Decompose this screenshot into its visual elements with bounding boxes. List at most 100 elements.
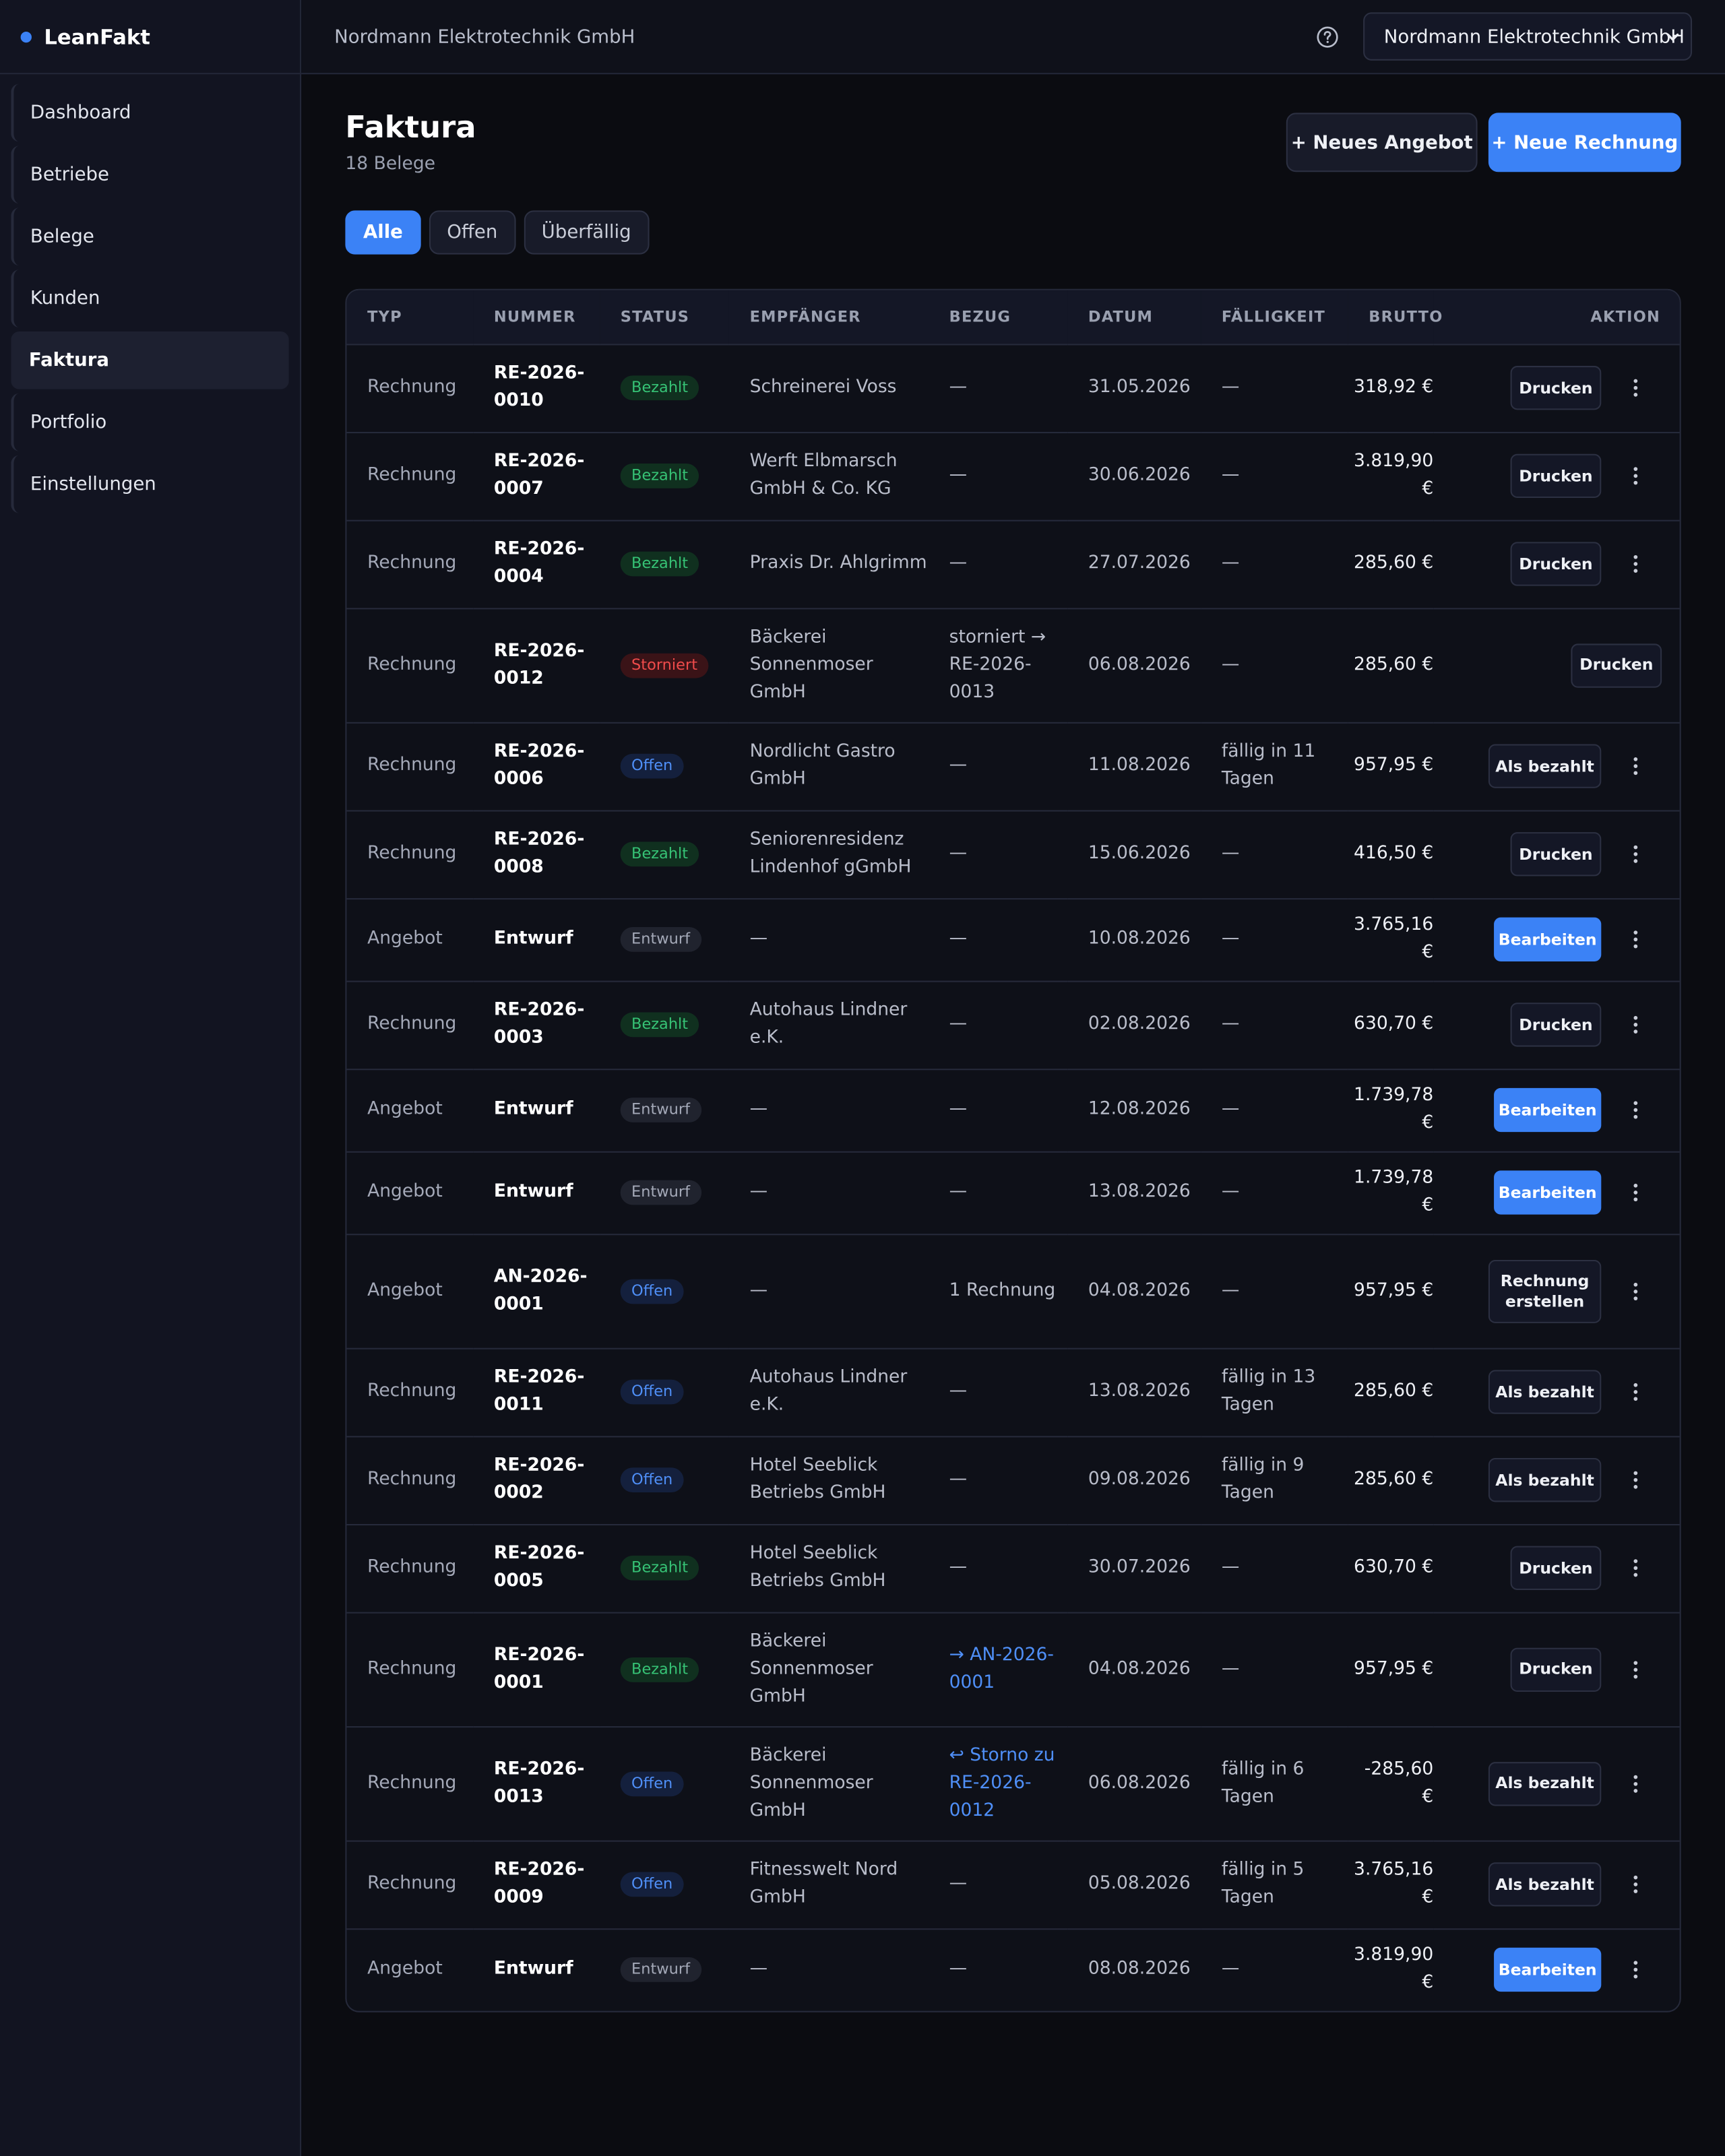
cell-nummer[interactable]: RE-2026-0004 [473, 519, 600, 609]
cell-nummer[interactable]: Entwurf [473, 1928, 600, 2010]
kebab-menu-icon[interactable] [1625, 843, 1647, 865]
table-row[interactable]: Angebot Entwurf Entwurf — — 08.08.2026 — 3.819,… [346, 1928, 1679, 2010]
row-action-button[interactable]: Bearbeiten [1494, 917, 1602, 962]
kebab-menu-icon[interactable] [1625, 1381, 1647, 1403]
cell-nummer[interactable]: Entwurf [473, 898, 600, 982]
row-action-button[interactable]: Drucken [1510, 832, 1602, 877]
row-action-button[interactable]: Rechnung erstellen [1488, 1259, 1602, 1323]
cell-bezug[interactable]: → AN-2026-0001 [929, 1612, 1068, 1727]
row-action-button[interactable]: Als bezahlt [1488, 1457, 1602, 1502]
row-action-button[interactable]: Als bezahlt [1488, 1862, 1602, 1907]
row-action-button[interactable]: Als bezahlt [1488, 1370, 1602, 1414]
cell-nummer[interactable]: RE-2026-0003 [473, 980, 600, 1070]
table-row[interactable]: Angebot AN-2026-0001 Offen —1 Rechnung 04.08… [346, 1234, 1680, 1349]
cell-nummer[interactable]: RE-2026-0010 [473, 344, 600, 433]
kebab-menu-icon[interactable] [1625, 465, 1647, 487]
cell-nummer[interactable]: Entwurf [473, 1151, 600, 1235]
kebab-menu-icon[interactable] [1625, 1874, 1647, 1896]
table-row[interactable]: Rechnung RE-2026-0004 Bezahlt Praxis Dr. Ah… [346, 519, 1680, 609]
header-typ[interactable]: TYP [346, 290, 474, 345]
header-brutto[interactable]: BRUTTO [1348, 290, 1442, 345]
cell-bezug: — [929, 519, 1068, 609]
row-action-button[interactable]: Drucken [1510, 366, 1602, 410]
table-row[interactable]: Angebot Entwurf Entwurf — —10.08.2026—3.765,… [346, 898, 1680, 982]
cell-bezug[interactable]: ↩ Storno zu RE-2026-0012 [929, 1726, 1068, 1841]
header-bezug[interactable]: BEZUG [929, 290, 1068, 345]
table-row[interactable]: Rechnung RE-2026-0005 Bezahlt Hotel Seeblic… [346, 1523, 1680, 1613]
header-empfaenger[interactable]: EMPFÄNGER [728, 290, 929, 345]
help-circle-icon[interactable] [1317, 26, 1339, 49]
row-action-button[interactable]: Bearbeiten [1494, 1948, 1602, 1992]
row-action-button[interactable]: Drucken [1510, 1003, 1602, 1047]
table-row[interactable]: Angebot Entwurf Entwurf — —13.08.2026—1.739,… [346, 1151, 1680, 1235]
sidebar-item-belege[interactable]: Belege [11, 208, 288, 266]
cell-nummer[interactable]: AN-2026-0001 [473, 1234, 600, 1349]
cell-nummer[interactable]: RE-2026-0012 [473, 608, 600, 723]
cell-nummer[interactable]: RE-2026-0006 [473, 722, 600, 811]
new-invoice-button[interactable]: + Neue Rechnung [1488, 113, 1681, 172]
cell-nummer[interactable]: RE-2026-0002 [473, 1436, 600, 1525]
row-action-button[interactable]: Drucken [1510, 542, 1602, 586]
cell-nummer[interactable]: RE-2026-0011 [473, 1348, 600, 1437]
sidebar-item-einstellungen[interactable]: Einstellungen [11, 455, 288, 513]
cell-empfaenger: Seniorenresidenz Lindenhof gGmbH [728, 810, 929, 899]
kebab-menu-icon[interactable] [1625, 1772, 1647, 1794]
row-action-button[interactable]: Bearbeiten [1494, 1087, 1602, 1133]
row-action-button[interactable]: Bearbeiten [1494, 1170, 1602, 1215]
sidebar-item-kunden[interactable]: Kunden [11, 270, 288, 327]
table-row[interactable]: Rechnung RE-2026-0013 Offen Bäckerei Sonnen… [346, 1726, 1680, 1841]
kebab-menu-icon[interactable] [1625, 1658, 1647, 1680]
cell-nummer[interactable]: RE-2026-0009 [473, 1840, 600, 1930]
kebab-menu-icon[interactable] [1625, 1099, 1647, 1121]
organization-select[interactable]: Nordmann Elektrotechnik GmbH [1363, 12, 1693, 61]
row-action-button[interactable]: Drucken [1510, 453, 1602, 499]
cell-nummer[interactable]: RE-2026-0001 [473, 1612, 600, 1727]
cell-nummer[interactable]: Entwurf [473, 1069, 600, 1152]
cell-nummer[interactable]: RE-2026-0008 [473, 810, 600, 899]
filter-offen[interactable]: Offen [429, 210, 515, 255]
kebab-menu-icon[interactable] [1625, 377, 1647, 399]
row-action-button[interactable]: Drucken [1510, 1647, 1602, 1692]
filter-ueberfaellig[interactable]: Überfällig [524, 210, 650, 255]
table-row[interactable]: Rechnung RE-2026-0006 Offen Nordlicht Gastr… [346, 722, 1680, 811]
row-action-button[interactable]: Drucken [1510, 1546, 1602, 1590]
sidebar-item-betriebe[interactable]: Betriebe [11, 146, 288, 204]
row-action-button[interactable]: Als bezahlt [1488, 744, 1602, 788]
table-row[interactable]: Rechnung RE-2026-0011 Offen Autohaus Lindne… [346, 1348, 1680, 1437]
sidebar-item-portfolio[interactable]: Portfolio [11, 393, 288, 451]
kebab-menu-icon[interactable] [1625, 553, 1647, 575]
kebab-menu-icon[interactable] [1625, 1959, 1647, 1981]
kebab-menu-icon[interactable] [1625, 1014, 1647, 1036]
brand[interactable]: LeanFakt [0, 0, 301, 75]
kebab-menu-icon[interactable] [1625, 1280, 1647, 1302]
cell-nummer[interactable]: RE-2026-0007 [473, 432, 600, 521]
new-offer-button[interactable]: + Neues Angebot [1286, 113, 1478, 172]
kebab-menu-icon[interactable] [1625, 755, 1647, 778]
row-action-button[interactable]: Als bezahlt [1488, 1761, 1602, 1806]
kebab-menu-icon[interactable] [1625, 1469, 1647, 1491]
kebab-menu-icon[interactable] [1625, 1182, 1647, 1204]
header-datum[interactable]: DATUM [1067, 290, 1201, 345]
table-row[interactable]: Rechnung RE-2026-0012 Storniert Bäckerei So… [346, 608, 1680, 723]
table-row[interactable]: Angebot Entwurf Entwurf — —12.08.2026—1.739,… [346, 1069, 1680, 1152]
header-nummer[interactable]: NUMMER [473, 290, 600, 345]
table-row[interactable]: Rechnung RE-2026-0008 Bezahlt Seniorenresid… [346, 810, 1680, 899]
table-header: TYP NUMMER STATUS EMPFÄNGER BEZUG DATUM … [346, 290, 1680, 345]
table-row[interactable]: Rechnung RE-2026-0009 Offen Fitnesswelt Nor… [346, 1840, 1680, 1930]
kebab-menu-icon[interactable] [1625, 928, 1647, 951]
row-action-button[interactable]: Drucken [1571, 643, 1662, 687]
sidebar-item-dashboard[interactable]: Dashboard [11, 84, 288, 142]
table-row[interactable]: Rechnung RE-2026-0001 Bezahlt Bäckerei Sonn… [346, 1612, 1680, 1727]
table-row[interactable]: Rechnung RE-2026-0010 Bezahlt Schreinerei V… [346, 344, 1680, 433]
table-row[interactable]: Rechnung RE-2026-0003 Bezahlt Autohaus Lind… [346, 980, 1680, 1070]
header-faelligkeit[interactable]: FÄLLIGKEIT [1201, 290, 1348, 345]
kebab-menu-icon[interactable] [1625, 1557, 1647, 1579]
table-row[interactable]: Rechnung RE-2026-0002 Offen Hotel Seeblick … [346, 1436, 1680, 1525]
sidebar-item-faktura[interactable]: Faktura [11, 331, 289, 389]
filter-alle[interactable]: Alle [345, 210, 421, 255]
cell-typ: Rechnung [346, 1523, 474, 1613]
cell-nummer[interactable]: RE-2026-0005 [473, 1523, 600, 1613]
cell-nummer[interactable]: RE-2026-0013 [473, 1726, 600, 1841]
header-status[interactable]: STATUS [600, 290, 729, 345]
table-row[interactable]: Rechnung RE-2026-0007 Bezahlt Werft Elbmars… [346, 432, 1680, 521]
